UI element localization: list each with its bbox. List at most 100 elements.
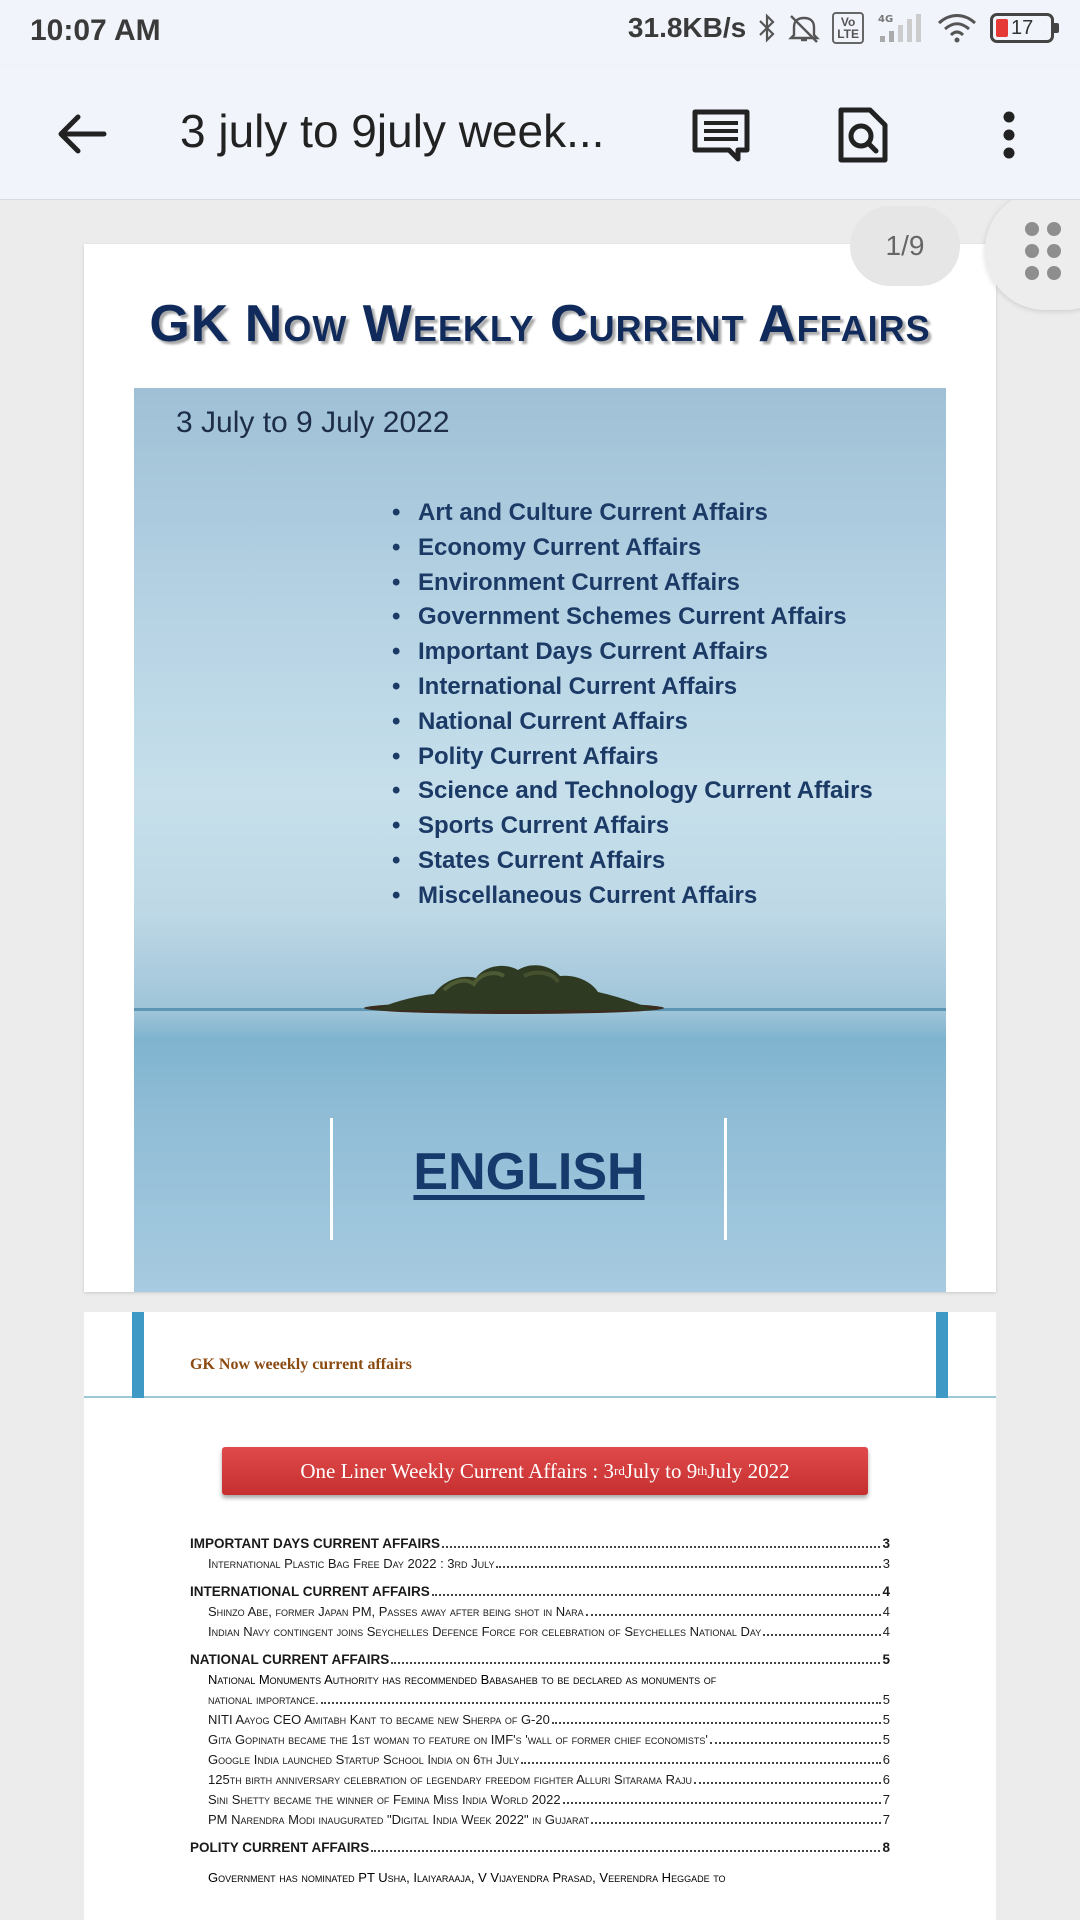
back-button[interactable] [50, 102, 114, 166]
toc-item[interactable]: PM Narendra Modi inaugurated "Digital In… [190, 1810, 890, 1830]
toc-item[interactable]: National Monuments Authority has recomme… [190, 1670, 890, 1690]
signal-icon: 4G [876, 12, 924, 44]
toc-page-number: 4 [882, 1584, 890, 1599]
toc-leader [371, 1850, 881, 1852]
toc-section[interactable]: IMPORTANT DAYS CURRENT AFFAIRS 3 [190, 1534, 890, 1554]
toc-leader [763, 1634, 881, 1636]
cover-topic: Environment Current Affairs [392, 566, 873, 601]
toc-label: Sini Shetty became the winner of Femina … [208, 1792, 561, 1807]
pdf-page-1: GK Now Weekly Current Affairs 3 July to … [84, 244, 996, 1292]
pdf-page-2: GK Now weeekly current affairs One Liner… [84, 1312, 996, 1920]
wifi-icon [936, 13, 978, 43]
cover-topic: Sports Current Affairs [392, 809, 873, 844]
toc-leader [591, 1822, 881, 1824]
toc-item[interactable]: Gita Gopinath became the 1st woman to fe… [190, 1730, 890, 1750]
status-icons: 31.8KB/s Vo LTE 4G 17 [628, 12, 1059, 44]
toc-item[interactable]: NITI Aayog CEO Amitabh Kant to became ne… [190, 1710, 890, 1730]
toc-label: PM Narendra Modi inaugurated "Digital In… [208, 1812, 590, 1827]
toc-item[interactable]: Indian Navy contingent joins Seychelles … [190, 1622, 890, 1642]
cover-topic: States Current Affairs [392, 844, 873, 879]
toc-label: INTERNATIONAL CURRENT AFFAIRS [190, 1584, 430, 1599]
header-band-left [132, 1312, 144, 1398]
cover-topic: Science and Technology Current Affairs [392, 774, 873, 809]
island-image [364, 965, 664, 1014]
toc-section[interactable]: NATIONAL CURRENT AFFAIRS 5 [190, 1650, 890, 1670]
toc-leader [320, 1702, 881, 1704]
toc-page-number: 5 [882, 1652, 890, 1667]
toc-label: NITI Aayog CEO Amitabh Kant to became ne… [208, 1712, 550, 1727]
cover-topic-list: Art and Culture Current Affairs Economy … [392, 496, 873, 914]
page-indicator: 1/9 [850, 206, 960, 286]
toc-item[interactable]: national importance. 5 [190, 1690, 890, 1710]
toc-page-number: 6 [882, 1752, 890, 1767]
toc-page-number: 3 [882, 1536, 890, 1551]
page-header-text: GK Now weeekly current affairs [190, 1356, 412, 1373]
toc-label: International Plastic Bag Free Day 2022 … [208, 1556, 495, 1571]
comment-button[interactable] [686, 100, 756, 170]
toc-page-number: 3 [882, 1556, 890, 1571]
find-in-page-button[interactable] [828, 100, 898, 170]
toc-page-number: 4 [882, 1604, 890, 1619]
table-of-contents: IMPORTANT DAYS CURRENT AFFAIRS 3 Internati… [190, 1534, 890, 1888]
toc-page-number: 4 [882, 1624, 890, 1639]
pdf-viewer[interactable]: GK Now Weekly Current Affairs 3 July to … [0, 200, 1080, 1920]
toc-section[interactable]: POLITY CURRENT AFFAIRS 8 [190, 1838, 890, 1858]
toc-item[interactable]: International Plastic Bag Free Day 2022 … [190, 1554, 890, 1574]
header-band-right [936, 1312, 948, 1398]
toc-item: Government has nominated PT Usha, Ilaiya… [208, 1870, 726, 1885]
toc-leader [442, 1546, 881, 1548]
page-grid-button[interactable] [985, 200, 1080, 310]
cover-topic: International Current Affairs [392, 670, 873, 705]
cover-language: ENGLISH [413, 1143, 645, 1201]
cover-date: 3 July to 9 July 2022 [176, 406, 450, 439]
toc-leader [391, 1662, 881, 1664]
toc-leader [431, 1594, 881, 1596]
battery-icon: 17 [990, 13, 1059, 43]
divider-right [724, 1118, 727, 1240]
toc-leader [694, 1782, 881, 1784]
toc-label: POLITY CURRENT AFFAIRS [190, 1840, 370, 1855]
toc-section[interactable]: INTERNATIONAL CURRENT AFFAIRS 4 [190, 1582, 890, 1602]
status-time: 10:07 AM [30, 14, 161, 47]
toc-page-number: 5 [882, 1732, 890, 1747]
network-type: 4G [878, 14, 893, 25]
more-options-button[interactable] [974, 100, 1044, 170]
toc-leader [521, 1762, 881, 1764]
cover-topic: Polity Current Affairs [392, 740, 873, 775]
cover-topic: Important Days Current Affairs [392, 635, 873, 670]
toc-label: national importance. [208, 1692, 319, 1707]
toc-item[interactable]: Google India launched Startup School Ind… [190, 1750, 890, 1770]
toc-item[interactable]: Shinzo Abe, former Japan PM, Passes away… [190, 1602, 890, 1622]
volte-icon: Vo LTE [832, 12, 864, 44]
toc-page-number: 5 [882, 1712, 890, 1727]
cover-topic: Economy Current Affairs [392, 531, 873, 566]
toc-label: Google India launched Startup School Ind… [208, 1752, 520, 1767]
app-bar: 3 july to 9july week... [0, 66, 1080, 200]
cover-title: GK Now Weekly Current Affairs [149, 295, 931, 353]
cover-topic: Miscellaneous Current Affairs [392, 879, 873, 914]
toc-label: Indian Navy contingent joins Seychelles … [208, 1624, 762, 1639]
toc-item[interactable]: 125th birth anniversary celebration of l… [190, 1770, 890, 1790]
toc-label: 125th birth anniversary celebration of l… [208, 1772, 693, 1787]
status-bar: 10:07 AM 31.8KB/s Vo LTE 4G 17 [0, 0, 1080, 66]
more-vert-icon [1003, 111, 1015, 159]
cover-topic: Government Schemes Current Affairs [392, 600, 873, 635]
bluetooth-icon [758, 13, 776, 43]
toc-page-number: 8 [882, 1840, 890, 1855]
battery-level: 17 [1011, 17, 1034, 39]
toc-leader [585, 1614, 881, 1616]
toc-label: IMPORTANT DAYS CURRENT AFFAIRS [190, 1536, 441, 1551]
toc-item[interactable]: Sini Shetty became the winner of Femina … [190, 1790, 890, 1810]
cover-image: 3 July to 9 July 2022 Art and Culture Cu… [134, 388, 946, 1292]
toc-leader [562, 1802, 881, 1804]
find-in-page-icon [838, 107, 888, 163]
document-title: 3 july to 9july week... [180, 105, 605, 157]
toc-page-number: 7 [882, 1792, 890, 1807]
weekly-banner: One Liner Weekly Current Affairs : 3rd J… [222, 1447, 868, 1495]
toc-label: Gita Gopinath became the 1st woman to fe… [208, 1732, 708, 1747]
toc-label: NATIONAL CURRENT AFFAIRS [190, 1652, 390, 1667]
toc-label: Shinzo Abe, former Japan PM, Passes away… [208, 1604, 584, 1619]
divider-left [330, 1118, 333, 1240]
toc-leader [709, 1742, 881, 1744]
toc-leader [551, 1722, 881, 1724]
